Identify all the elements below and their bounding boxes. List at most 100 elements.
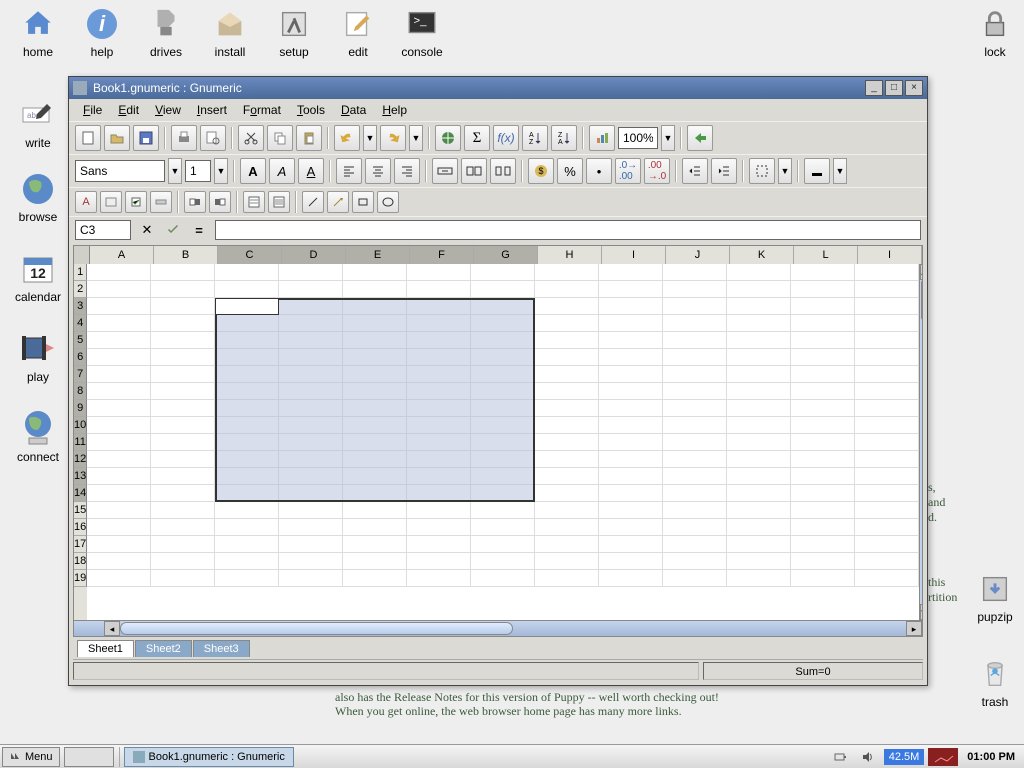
currency-button[interactable]: $ — [528, 158, 554, 184]
row-header-17[interactable]: 17 — [74, 536, 87, 553]
menu-data[interactable]: Data — [333, 101, 374, 119]
col-header-K[interactable]: K — [730, 246, 794, 264]
row-header-3[interactable]: 3 — [74, 298, 87, 315]
arrow-object-button[interactable] — [327, 191, 349, 213]
console-icon[interactable]: >_console — [392, 5, 452, 59]
increase-indent-button[interactable] — [711, 158, 737, 184]
row-header-1[interactable]: 1 — [74, 264, 87, 281]
row-header-15[interactable]: 15 — [74, 502, 87, 519]
col-header-E[interactable]: E — [346, 246, 410, 264]
align-center-button[interactable] — [365, 158, 391, 184]
checkbox-object-button[interactable] — [125, 191, 147, 213]
vertical-scrollbar[interactable]: ▴ ▾ — [919, 264, 922, 620]
col-header-L[interactable]: L — [794, 246, 858, 264]
sort-desc-button[interactable]: ZA — [551, 125, 577, 151]
print-preview-button[interactable] — [200, 125, 226, 151]
sheet-tab-sheet3[interactable]: Sheet3 — [193, 640, 250, 657]
cancel-edit-button[interactable]: ✕ — [137, 220, 157, 240]
drives-icon[interactable]: drives — [136, 5, 196, 59]
tray-volume-icon[interactable] — [856, 748, 880, 766]
save-button[interactable] — [133, 125, 159, 151]
decrease-decimal-button[interactable]: .00→.0 — [644, 158, 670, 184]
combo-object-button[interactable] — [268, 191, 290, 213]
scroll-right-button[interactable]: ▸ — [906, 621, 922, 636]
calendar-icon[interactable]: 12calendar — [8, 250, 68, 304]
hscroll-thumb[interactable] — [120, 622, 513, 635]
row-header-9[interactable]: 9 — [74, 400, 87, 417]
sort-asc-button[interactable]: AZ — [522, 125, 548, 151]
row-header-2[interactable]: 2 — [74, 281, 87, 298]
percent-button[interactable]: % — [557, 158, 583, 184]
cut-button[interactable] — [238, 125, 264, 151]
tray-battery-icon[interactable] — [828, 748, 852, 766]
merge-button[interactable] — [461, 158, 487, 184]
row-header-6[interactable]: 6 — [74, 349, 87, 366]
show-desktop-button[interactable] — [64, 747, 114, 767]
scrollbar-object-button[interactable] — [150, 191, 172, 213]
row-header-12[interactable]: 12 — [74, 451, 87, 468]
print-button[interactable] — [171, 125, 197, 151]
horizontal-scrollbar[interactable]: ◂ ▸ — [74, 620, 922, 636]
row-header-5[interactable]: 5 — [74, 332, 87, 349]
sheet-tab-sheet2[interactable]: Sheet2 — [135, 640, 192, 657]
write-icon[interactable]: abcwrite — [8, 96, 68, 150]
list-object-button[interactable] — [243, 191, 265, 213]
chart-button[interactable] — [589, 125, 615, 151]
go-button[interactable] — [687, 125, 713, 151]
tray-clock[interactable]: 01:00 PM — [962, 749, 1020, 765]
col-header-A[interactable]: A — [90, 246, 154, 264]
browse-icon[interactable]: browse — [8, 170, 68, 224]
borders-dropdown[interactable]: ▼ — [778, 158, 792, 184]
copy-button[interactable] — [267, 125, 293, 151]
col-header-J[interactable]: J — [666, 246, 730, 264]
tray-memory[interactable]: 42.5M — [884, 749, 925, 765]
redo-dropdown[interactable]: ▼ — [409, 125, 423, 151]
col-header-D[interactable]: D — [282, 246, 346, 264]
close-button[interactable]: × — [905, 80, 923, 96]
menu-tools[interactable]: Tools — [289, 101, 333, 119]
bold-button[interactable]: A — [240, 158, 266, 184]
minimize-button[interactable]: _ — [865, 80, 883, 96]
font-size-dropdown[interactable]: ▼ — [214, 158, 228, 184]
fill-color-button[interactable] — [804, 158, 830, 184]
spin-object-button[interactable] — [184, 191, 206, 213]
menu-insert[interactable]: Insert — [189, 101, 235, 119]
play-icon[interactable]: play — [8, 330, 68, 384]
accept-edit-button[interactable] — [163, 220, 183, 240]
col-header-I[interactable]: I — [602, 246, 666, 264]
line-object-button[interactable] — [302, 191, 324, 213]
help-icon[interactable]: ihelp — [72, 5, 132, 59]
center-across-button[interactable] — [432, 158, 458, 184]
vscroll-thumb[interactable] — [921, 280, 922, 320]
row-header-8[interactable]: 8 — [74, 383, 87, 400]
home-icon[interactable]: home — [8, 5, 68, 59]
increase-decimal-button[interactable]: .0→.00 — [615, 158, 641, 184]
edit-icon[interactable]: edit — [328, 5, 388, 59]
font-size-input[interactable] — [185, 160, 211, 182]
col-header-C[interactable]: C — [218, 246, 282, 264]
sum-button[interactable]: Σ — [464, 125, 490, 151]
menu-view[interactable]: View — [147, 101, 189, 119]
lock-icon[interactable]: lock — [965, 5, 1024, 59]
underline-button[interactable]: A — [298, 158, 324, 184]
setup-icon[interactable]: setup — [264, 5, 324, 59]
tray-cpu[interactable] — [928, 748, 958, 766]
connect-icon[interactable]: connect — [8, 410, 68, 464]
align-left-button[interactable] — [336, 158, 362, 184]
italic-button[interactable]: A — [269, 158, 295, 184]
row-header-11[interactable]: 11 — [74, 434, 87, 451]
scroll-down-button[interactable]: ▾ — [920, 604, 922, 620]
function-button[interactable]: f(x) — [493, 125, 519, 151]
formula-input[interactable] — [215, 220, 921, 240]
fill-color-dropdown[interactable]: ▼ — [833, 158, 847, 184]
trash-icon[interactable]: trash — [965, 655, 1024, 709]
row-header-18[interactable]: 18 — [74, 553, 87, 570]
menu-help[interactable]: Help — [374, 101, 415, 119]
row-header-10[interactable]: 10 — [74, 417, 87, 434]
undo-button[interactable] — [334, 125, 360, 151]
row-header-7[interactable]: 7 — [74, 366, 87, 383]
pupzip-icon[interactable]: pupzip — [965, 570, 1024, 624]
menu-button[interactable]: Menu — [2, 747, 60, 767]
menu-edit[interactable]: Edit — [110, 101, 147, 119]
col-header-I[interactable]: I — [858, 246, 922, 264]
